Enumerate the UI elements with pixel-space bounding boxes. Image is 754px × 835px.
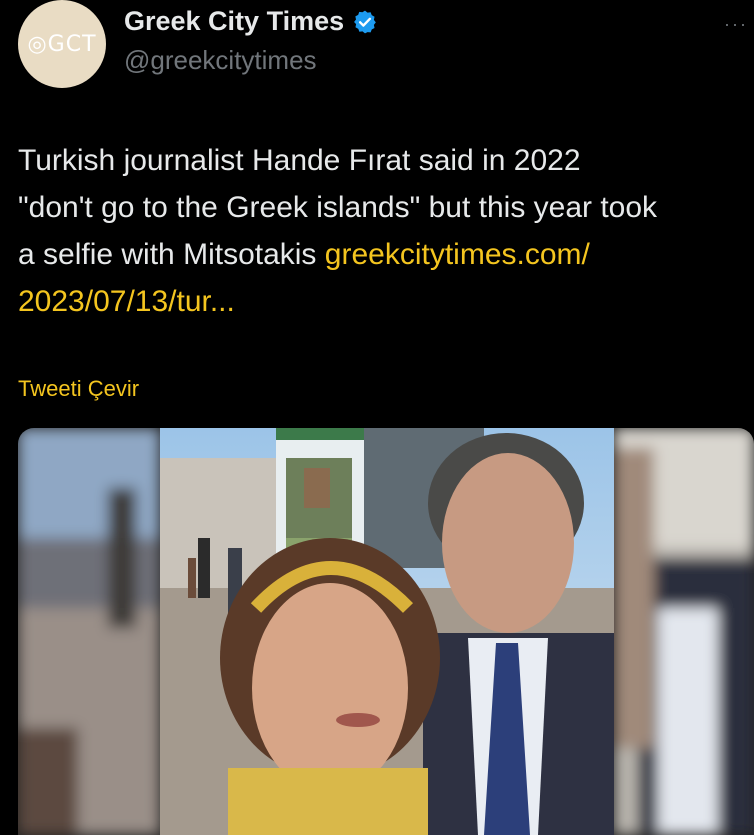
selfie-photo [18,428,754,835]
tweet-media[interactable] [18,428,754,835]
more-dots-icon[interactable]: ··· [724,14,748,35]
handle[interactable]: @greekcitytimes [124,45,317,76]
avatar[interactable]: ◎GCT [18,0,106,88]
tweet-text: Turkish journalist Hande Fırat said in 2… [18,137,754,325]
tweet-line-text: a selfie with Mitsotakis [18,238,325,271]
verified-badge-icon [354,10,376,33]
tweet-line: Turkish journalist Hande Fırat said in 2… [18,144,581,177]
tweet-line: a selfie with Mitsotakis greekcitytimes.… [18,231,754,278]
display-name[interactable]: Greek City Times [124,6,344,37]
tweet-link-continued[interactable]: 2023/07/13/tur... [18,278,754,325]
tweet-link[interactable]: greekcitytimes.com/ [325,238,590,271]
avatar-logo: ◎GCT [27,31,97,57]
tweet-line: "don't go to the Greek islands" but this… [18,191,658,224]
translate-tweet-link[interactable]: Tweeti Çevir [18,376,139,402]
account-name-row[interactable]: Greek City Times [124,6,378,37]
